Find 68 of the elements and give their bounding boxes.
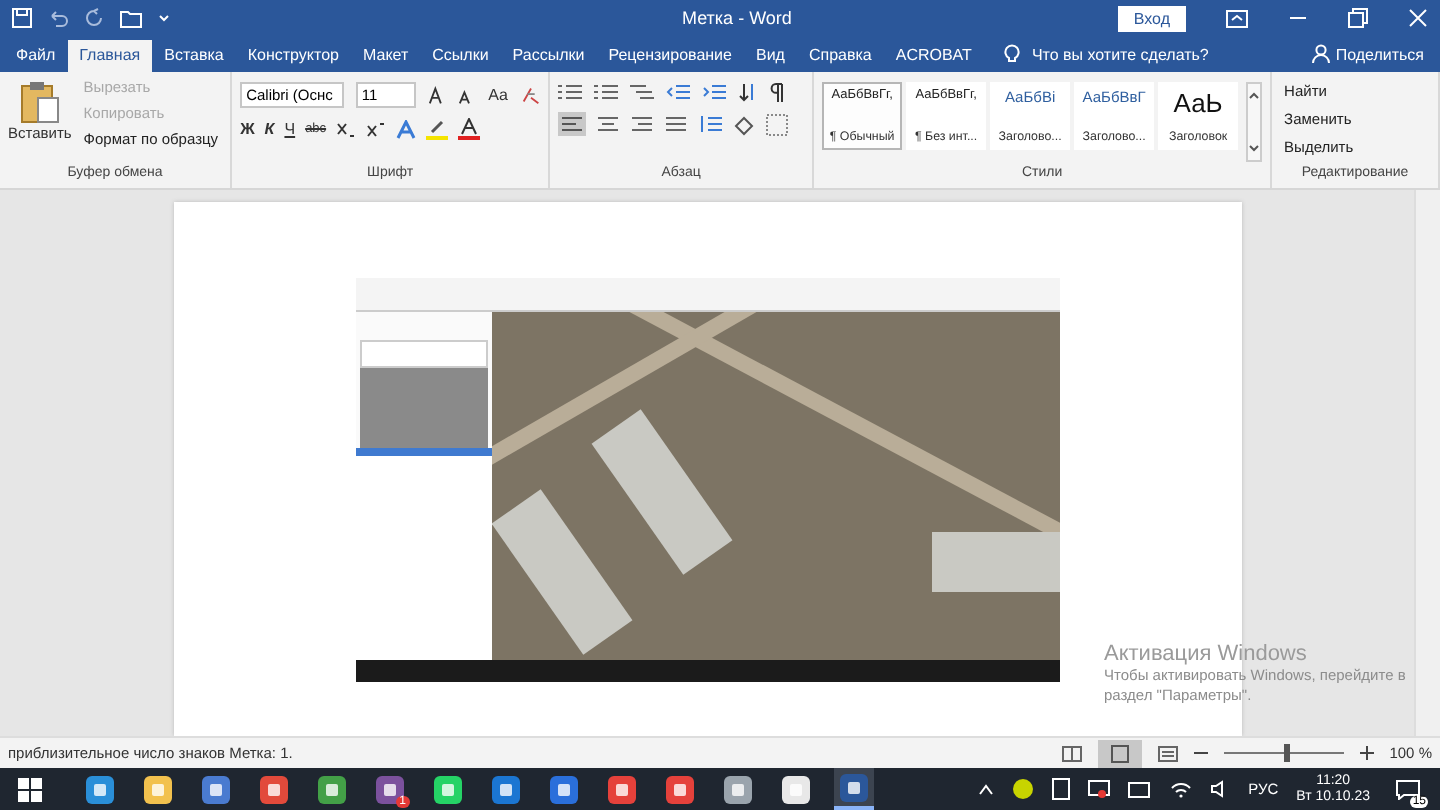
grow-font-icon[interactable] bbox=[427, 85, 446, 105]
ribbon-tab[interactable]: Конструктор bbox=[235, 40, 351, 72]
clear-format-icon[interactable] bbox=[519, 84, 541, 106]
subscript-icon[interactable] bbox=[336, 119, 357, 139]
ribbon-tab[interactable]: Главная bbox=[67, 40, 153, 72]
ribbon-tab[interactable]: ACROBAT bbox=[883, 40, 984, 72]
justify-icon[interactable] bbox=[664, 114, 689, 134]
align-right-icon[interactable] bbox=[630, 114, 655, 134]
taskbar-app[interactable] bbox=[834, 768, 874, 810]
start-icon[interactable] bbox=[18, 777, 42, 801]
sort-icon[interactable] bbox=[738, 82, 759, 102]
restore-icon[interactable] bbox=[1348, 8, 1368, 28]
redo-icon[interactable] bbox=[84, 8, 104, 28]
tray-app-icon[interactable] bbox=[1012, 778, 1035, 800]
ribbon-tab[interactable]: Рецензирование bbox=[596, 40, 744, 72]
gallery-scroll-icon[interactable] bbox=[1246, 82, 1263, 162]
share-button[interactable]: Поделиться bbox=[1329, 46, 1440, 72]
zoom-slider-thumb[interactable] bbox=[1283, 744, 1290, 762]
lightbulb-icon bbox=[1003, 44, 1020, 64]
wifi-icon[interactable] bbox=[1170, 780, 1193, 798]
pilcrow-icon[interactable] bbox=[770, 82, 787, 102]
ribbon-tab[interactable]: Справка bbox=[796, 40, 884, 72]
ribbon-tab[interactable]: Вид bbox=[743, 40, 797, 72]
zoom-out-icon[interactable] bbox=[1193, 746, 1208, 760]
ribbon-tab[interactable]: Макет bbox=[350, 40, 421, 72]
person-icon bbox=[1311, 44, 1330, 64]
ribbon-tab[interactable]: Вставка bbox=[152, 40, 236, 72]
zoom-in-icon[interactable] bbox=[1359, 746, 1374, 760]
shading-icon[interactable] bbox=[732, 113, 757, 135]
ribbon-tab[interactable]: Файл bbox=[4, 40, 68, 72]
customize-icon[interactable] bbox=[158, 12, 170, 24]
format-button[interactable]: Ж bbox=[240, 120, 255, 138]
ribbon-tab[interactable]: Ссылки bbox=[420, 40, 501, 72]
save-icon[interactable] bbox=[12, 8, 32, 28]
numbered-list-icon[interactable] bbox=[594, 82, 619, 102]
login-button[interactable]: Вход bbox=[1117, 5, 1186, 31]
font-color-icon[interactable] bbox=[458, 118, 481, 140]
change-case-button[interactable]: Аа bbox=[488, 86, 508, 104]
format-button[interactable]: Ч bbox=[284, 120, 296, 138]
text-effects-icon[interactable] bbox=[396, 119, 417, 139]
window-title: Метка - Word bbox=[680, 8, 794, 28]
close-icon[interactable] bbox=[1408, 8, 1428, 28]
battery-icon[interactable] bbox=[1128, 781, 1153, 797]
read-mode-icon[interactable] bbox=[1061, 745, 1082, 761]
bullet-list-icon[interactable] bbox=[558, 82, 583, 102]
align-left-icon[interactable] bbox=[558, 112, 587, 136]
chevron-up-icon[interactable] bbox=[978, 783, 995, 795]
undo-icon[interactable] bbox=[48, 8, 68, 28]
search-field[interactable]: Что вы хотите сделать? bbox=[1031, 46, 1209, 72]
ribbon-display-icon[interactable] bbox=[1226, 9, 1248, 27]
web-layout-icon[interactable] bbox=[1157, 745, 1178, 761]
highlight-icon[interactable] bbox=[426, 118, 449, 140]
ribbon-tab[interactable]: Рассылки bbox=[500, 40, 597, 72]
increase-indent-icon[interactable] bbox=[702, 82, 727, 102]
print-layout-icon[interactable] bbox=[1097, 739, 1142, 767]
align-center-icon[interactable] bbox=[596, 114, 621, 134]
device-icon[interactable] bbox=[1052, 778, 1071, 800]
decrease-indent-icon[interactable] bbox=[666, 82, 691, 102]
monitor-icon[interactable] bbox=[1088, 779, 1111, 799]
line-spacing-icon[interactable] bbox=[698, 114, 723, 134]
format-button[interactable]: К bbox=[264, 120, 275, 138]
borders-icon[interactable] bbox=[766, 113, 789, 135]
multilevel-list-icon[interactable] bbox=[630, 82, 655, 102]
clipboard-icon bbox=[19, 80, 60, 124]
message-icon bbox=[1396, 779, 1420, 799]
superscript-icon[interactable] bbox=[366, 119, 387, 139]
vertical-scrollbar[interactable] bbox=[1414, 190, 1440, 736]
activation-notice: Активация Windows bbox=[1104, 642, 1309, 666]
